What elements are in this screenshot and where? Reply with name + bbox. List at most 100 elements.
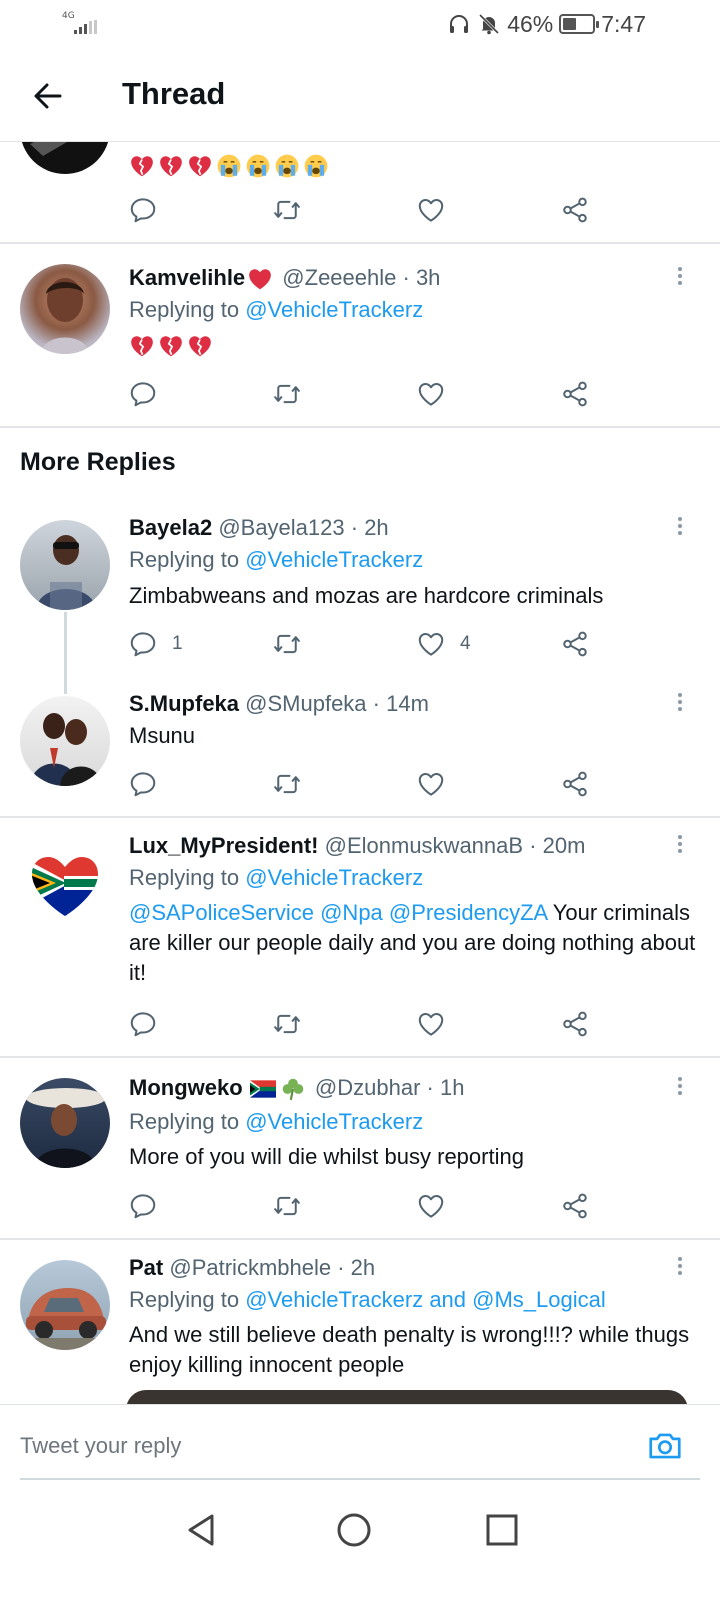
reply-count: 1 <box>172 633 183 654</box>
mention-link[interactable]: @Npa <box>320 900 383 925</box>
share-button[interactable] <box>560 190 590 230</box>
like-button[interactable] <box>416 764 446 804</box>
share-button[interactable] <box>560 764 590 804</box>
back-arrow-icon[interactable] <box>28 76 68 116</box>
display-name: S.Mupfeka <box>129 691 240 716</box>
shamrock-icon <box>282 1078 304 1101</box>
avatar[interactable] <box>20 838 110 928</box>
replying-to-label: Replying to <box>129 1287 246 1312</box>
like-button[interactable] <box>416 374 446 414</box>
retweet-button[interactable] <box>272 624 302 664</box>
reply-icon <box>128 195 158 225</box>
more-options-icon[interactable] <box>670 1254 690 1282</box>
replying-to-link[interactable]: @VehicleTrackerz <box>245 547 423 572</box>
mention-link[interactable]: @SAPoliceService <box>129 900 314 925</box>
crying-face-icon <box>216 153 242 179</box>
tweet-body: Msunu <box>129 723 196 748</box>
tweet-pat[interactable]: Pat @Patrickmbhele · 2h Replying to @Veh… <box>0 1240 720 1430</box>
reply-composer[interactable]: Tweet your reply <box>0 1404 720 1484</box>
nav-recents-icon[interactable] <box>482 1510 522 1550</box>
replying-to: Replying to @VehicleTrackerz <box>129 296 423 324</box>
avatar[interactable] <box>20 264 110 354</box>
app-header: Thread <box>0 48 720 142</box>
handle: @Dzubhar <box>314 1075 421 1100</box>
replying-to-label: Replying to <box>129 547 246 572</box>
camera-icon[interactable] <box>646 1427 684 1465</box>
reply-input[interactable]: Tweet your reply <box>20 1433 181 1459</box>
reply-button[interactable]: 1 <box>128 624 183 664</box>
reply-button[interactable] <box>128 1004 158 1044</box>
retweet-button[interactable] <box>272 764 302 804</box>
more-options-icon[interactable] <box>670 514 690 542</box>
tweet-actions <box>0 190 720 230</box>
more-options-icon[interactable] <box>670 690 690 718</box>
reply-button[interactable] <box>128 1186 158 1226</box>
more-options-icon[interactable] <box>670 832 690 860</box>
retweet-button[interactable] <box>272 190 302 230</box>
mention-link[interactable]: @PresidencyZA <box>389 900 547 925</box>
retweet-icon <box>272 1191 302 1221</box>
tweet-lux-mypresident[interactable]: Lux_MyPresident! @ElonmuskwannaB · 20m R… <box>0 818 720 1058</box>
share-button[interactable] <box>560 1186 590 1226</box>
avatar[interactable] <box>20 520 110 610</box>
like-button[interactable]: 4 <box>416 624 471 664</box>
more-options-icon[interactable] <box>670 264 690 292</box>
handle: @Zeeeehle <box>282 265 397 290</box>
handle: @Patrickmbhele <box>169 1255 332 1280</box>
like-icon <box>416 1191 446 1221</box>
replying-to-link[interactable]: @VehicleTrackerz and @Ms_Logical <box>245 1287 606 1312</box>
tweet-body <box>129 150 709 180</box>
reply-button[interactable] <box>128 190 158 230</box>
replying-to-link[interactable]: @VehicleTrackerz <box>245 865 423 890</box>
reply-icon <box>128 1191 158 1221</box>
tweet-body: Zimbabweans and mozas are hardcore crimi… <box>129 583 604 608</box>
retweet-button[interactable] <box>272 1186 302 1226</box>
avatar[interactable] <box>20 1078 110 1168</box>
display-name: Mongweko <box>129 1075 243 1100</box>
timestamp: · 2h <box>350 515 389 540</box>
thread-feed[interactable]: Kamvelihle @Zeeeehle · 3h Replying to @V… <box>0 0 720 1430</box>
nav-home-icon[interactable] <box>334 1510 374 1550</box>
like-icon <box>416 195 446 225</box>
reply-button[interactable] <box>128 374 158 414</box>
reply-icon <box>128 379 158 409</box>
broken-heart-icon <box>158 153 184 179</box>
share-icon <box>560 379 590 409</box>
tweet-mongweko[interactable]: Mongweko @Dzubhar · 1h Replying to @Vehi… <box>0 1058 720 1240</box>
like-icon <box>416 1009 446 1039</box>
retweet-icon <box>272 379 302 409</box>
replying-to: Replying to @VehicleTrackerz <box>129 1108 423 1136</box>
replying-to-label: Replying to <box>129 1109 246 1134</box>
nav-back-icon[interactable] <box>182 1510 222 1550</box>
timestamp: · 1h <box>426 1075 465 1100</box>
share-button[interactable] <box>560 1004 590 1044</box>
more-options-icon[interactable] <box>670 1074 690 1102</box>
tweet-actions <box>0 764 720 804</box>
share-button[interactable] <box>560 374 590 414</box>
tweet-body: More of you will die whilst busy reporti… <box>129 1144 524 1169</box>
retweet-icon <box>272 1009 302 1039</box>
reply-button[interactable] <box>128 764 158 804</box>
like-icon <box>416 629 446 659</box>
tweet-body <box>129 330 709 360</box>
replying-to-link[interactable]: @VehicleTrackerz <box>245 297 423 322</box>
replying-to-link[interactable]: @VehicleTrackerz <box>245 1109 423 1134</box>
display-name: Pat <box>129 1255 164 1280</box>
share-button[interactable] <box>560 624 590 664</box>
retweet-button[interactable] <box>272 374 302 414</box>
tweet-bayela2[interactable]: Bayela2 @Bayela123 · 2h Replying to @Veh… <box>0 500 720 680</box>
like-button[interactable] <box>416 1186 446 1226</box>
like-button[interactable] <box>416 1004 446 1044</box>
replying-to: Replying to @VehicleTrackerz and @Ms_Log… <box>129 1286 606 1314</box>
broken-heart-icon <box>129 333 155 359</box>
retweet-button[interactable] <box>272 1004 302 1044</box>
share-icon <box>560 629 590 659</box>
like-button[interactable] <box>416 190 446 230</box>
avatar[interactable] <box>20 1260 110 1350</box>
crying-face-icon <box>245 153 271 179</box>
tweet-kamvelihle[interactable]: Kamvelihle @Zeeeehle · 3h Replying to @V… <box>0 244 720 428</box>
replying-to-label: Replying to <box>129 865 246 890</box>
tweet-smupfeka[interactable]: S.Mupfeka @SMupfeka · 14m Msunu <box>0 676 720 818</box>
section-title: More Replies <box>20 448 176 476</box>
timestamp: · 14m <box>372 691 429 716</box>
